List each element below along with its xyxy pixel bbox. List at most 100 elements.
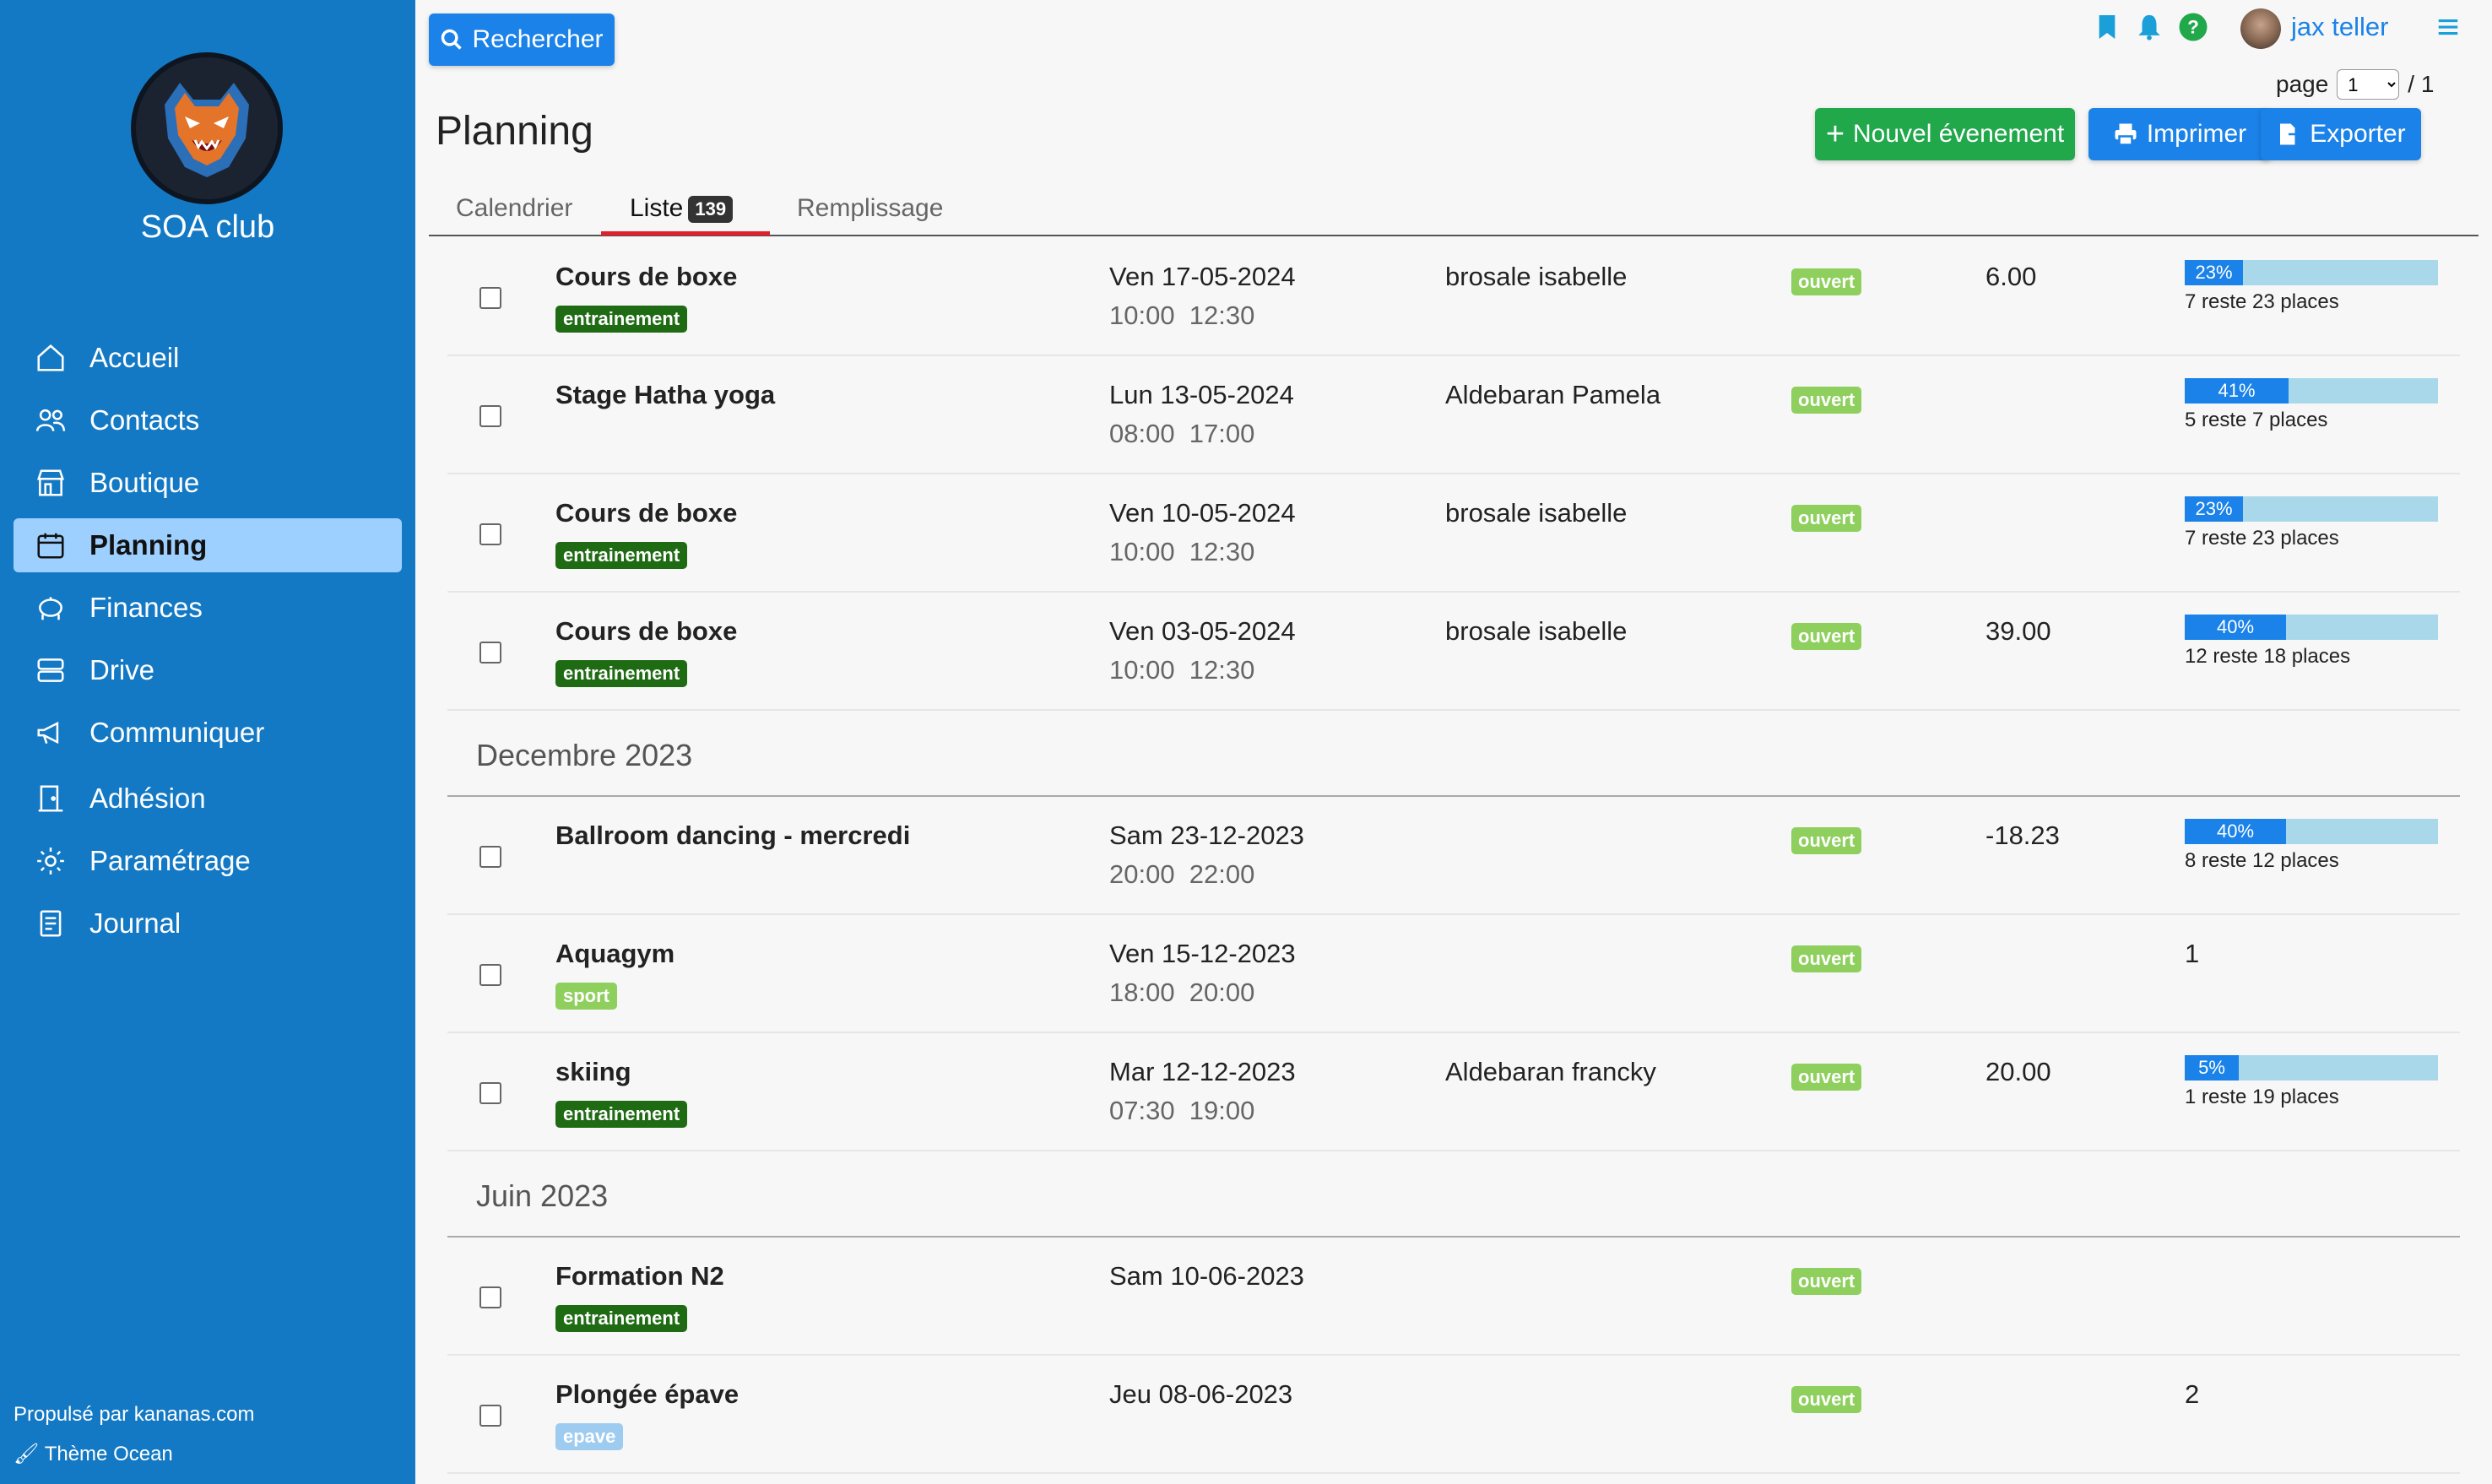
bookmark-icon[interactable] xyxy=(2090,10,2124,44)
event-title[interactable]: Plongée épave xyxy=(555,1379,739,1410)
sidebar-item-communiquer[interactable]: Communiquer xyxy=(14,706,402,760)
username-link[interactable]: jax teller xyxy=(2291,12,2388,42)
tab-liste[interactable]: Liste 139 xyxy=(630,194,734,224)
event-row[interactable]: Aquagym sport Ven 15-12-2023 18:00 20:00 ouv… xyxy=(447,915,2460,1033)
powered-by-link[interactable]: Propulsé par kananas.com xyxy=(14,1403,255,1427)
fill-progress-bar: 40% xyxy=(2185,819,2438,844)
fill-progress-bar: 5% xyxy=(2185,1055,2438,1081)
tab-calendrier[interactable]: Calendrier xyxy=(456,194,572,223)
event-row[interactable]: skiing entrainement Mar 12-12-2023 07:30 19… xyxy=(447,1033,2460,1151)
search-button-label: Rechercher xyxy=(472,25,604,53)
row-checkbox[interactable] xyxy=(479,1082,501,1104)
theme-link[interactable]: 🖌 Thème Ocean xyxy=(14,1442,173,1466)
home-icon xyxy=(32,339,69,376)
row-checkbox[interactable] xyxy=(479,287,501,309)
bell-icon[interactable] xyxy=(2132,10,2166,44)
event-date: Ven 17-05-2024 xyxy=(1109,262,1296,291)
event-title[interactable]: Aquagym xyxy=(555,939,674,969)
svg-text:?: ? xyxy=(2187,17,2199,38)
sidebar-nav: Accueil Contacts Boutique Planning Finan… xyxy=(14,331,402,959)
remaining-places: 1 reste 19 places xyxy=(2185,1086,2339,1108)
status-badge: ouvert xyxy=(1791,1386,1862,1413)
users-icon xyxy=(32,402,69,439)
fill-progress-bar: 23% xyxy=(2185,496,2438,522)
participant-count: 2 xyxy=(2185,1379,2200,1409)
event-row[interactable]: Plongée épave epave Jeu 08-06-2023 ouvert 2 xyxy=(447,1356,2460,1474)
row-checkbox[interactable] xyxy=(479,846,501,868)
event-date: Sam 10-06-2023 xyxy=(1109,1261,1304,1291)
event-title[interactable]: Formation N2 xyxy=(555,1261,724,1292)
sidebar-item-finances[interactable]: Finances xyxy=(14,581,402,635)
event-time: 07:30 19:00 xyxy=(1109,1096,1255,1125)
row-checkbox[interactable] xyxy=(479,642,501,663)
count-badge: 139 xyxy=(688,196,734,224)
page-select[interactable]: 1 xyxy=(2337,69,2400,100)
remaining-places: 5 reste 7 places xyxy=(2185,409,2328,431)
category-tag: epave xyxy=(555,1423,624,1450)
sidebar-item-journal[interactable]: Journal xyxy=(14,896,402,951)
help-icon[interactable]: ? xyxy=(2176,10,2210,44)
pagination: page 1 / 1 xyxy=(2276,69,2434,100)
club-name: SOA club xyxy=(140,209,275,245)
sidebar-item-parametrage[interactable]: Paramétrage xyxy=(14,834,402,888)
event-amount: -18.23 xyxy=(1985,821,2060,850)
fill-progress: 23% xyxy=(2185,496,2243,522)
category-tag: entrainement xyxy=(555,1101,688,1128)
printer-icon xyxy=(2115,123,2137,146)
event-row[interactable]: Ballroom dancing - mercredi Sam 23-12-202… xyxy=(447,797,2460,915)
menu-icon[interactable] xyxy=(2431,10,2465,44)
event-date: Ven 15-12-2023 xyxy=(1109,939,1296,968)
event-row[interactable]: Formation N2 entrainement Sam 10-06-2023 ou… xyxy=(447,1238,2460,1356)
event-row[interactable]: Stage Hatha yoga Lun 13-05-2024 08:00 17:0… xyxy=(447,356,2460,474)
row-checkbox[interactable] xyxy=(479,1286,501,1308)
tab-remplissage[interactable]: Remplissage xyxy=(797,194,943,223)
event-time: 10:00 12:30 xyxy=(1109,301,1255,330)
event-title[interactable]: Cours de boxe xyxy=(555,616,737,647)
sidebar-item-drive[interactable]: Drive xyxy=(14,643,402,697)
event-date: Mar 12-12-2023 xyxy=(1109,1057,1296,1086)
sidebar-item-label: Drive xyxy=(89,654,155,685)
sidebar-item-adhesion[interactable]: Adhésion xyxy=(14,772,402,826)
fill-progress: 41% xyxy=(2185,378,2289,403)
event-time: 10:00 12:30 xyxy=(1109,655,1255,685)
month-label: Juin 2023 xyxy=(476,1178,609,1213)
sidebar-item-label: Journal xyxy=(89,907,181,939)
event-title[interactable]: Stage Hatha yoga xyxy=(555,380,775,410)
status-badge: ouvert xyxy=(1791,1064,1862,1091)
event-title[interactable]: Ballroom dancing - mercredi xyxy=(555,821,910,851)
event-title[interactable]: Cours de boxe xyxy=(555,498,737,528)
category-tag: entrainement xyxy=(555,542,688,569)
sidebar-item-accueil[interactable]: Accueil xyxy=(14,331,402,385)
export-button[interactable]: Exporter xyxy=(2261,108,2421,160)
row-checkbox[interactable] xyxy=(479,405,501,427)
paint-roller-icon: 🖌 xyxy=(14,1443,45,1465)
fill-progress: 40% xyxy=(2185,615,2286,640)
sidebar-item-label: Adhésion xyxy=(89,783,206,814)
event-date: Lun 13-05-2024 xyxy=(1109,380,1294,409)
event-row[interactable]: Cours de boxe entrainement Ven 17-05-2024 1… xyxy=(447,238,2460,356)
row-checkbox[interactable] xyxy=(479,964,501,986)
event-row[interactable]: Cours de boxe entrainement Ven 10-05-2024 1… xyxy=(447,474,2460,593)
sidebar-item-boutique[interactable]: Boutique xyxy=(14,456,402,510)
row-checkbox[interactable] xyxy=(479,523,501,545)
view-tabs: Calendrier Liste 139 Remplissage xyxy=(429,191,2478,236)
calendar-icon xyxy=(32,527,69,564)
sidebar-item-contacts[interactable]: Contacts xyxy=(14,393,402,447)
new-event-button[interactable]: + Nouvel évenement xyxy=(1815,108,2075,160)
print-button[interactable]: Imprimer xyxy=(2088,108,2271,160)
event-title[interactable]: skiing xyxy=(555,1057,631,1087)
sidebar-item-planning[interactable]: Planning xyxy=(14,518,402,572)
print-label: Imprimer xyxy=(2146,120,2247,148)
avatar[interactable] xyxy=(2240,8,2281,49)
sidebar-item-label: Paramétrage xyxy=(89,845,251,876)
event-organizer: brosale isabelle xyxy=(1445,498,1628,528)
store-icon xyxy=(32,464,69,501)
gear-icon xyxy=(32,842,69,880)
search-button[interactable]: Rechercher xyxy=(429,14,615,66)
plus-icon: + xyxy=(1825,116,1845,152)
event-row[interactable]: Cours de boxe entrainement Ven 03-05-2024 1… xyxy=(447,593,2460,711)
club-logo[interactable] xyxy=(131,52,283,204)
event-title[interactable]: Cours de boxe xyxy=(555,262,737,292)
remaining-places: 8 reste 12 places xyxy=(2185,849,2339,872)
row-checkbox[interactable] xyxy=(479,1405,501,1427)
